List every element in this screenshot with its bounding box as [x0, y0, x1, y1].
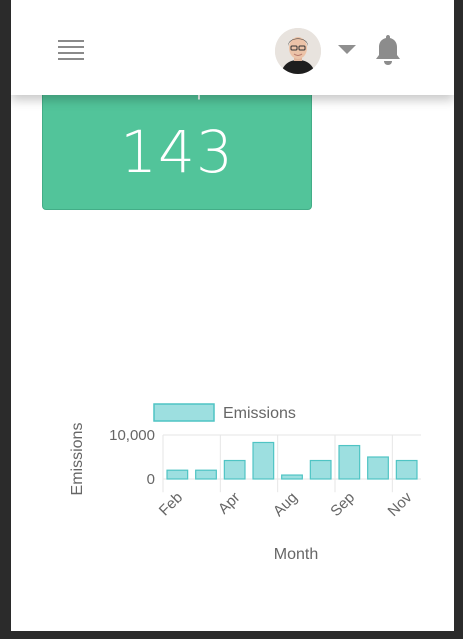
x-axis-title: Month — [274, 546, 318, 563]
hamburger-menu-icon[interactable] — [58, 40, 84, 64]
x-tick-label: Feb — [156, 489, 186, 519]
bar-feb-0 — [166, 469, 189, 480]
top-navbar — [11, 0, 454, 95]
y-axis-ticks: 10,000 0 — [109, 427, 155, 488]
x-axis-ticks: Feb Apr Aug Sep Nov — [156, 489, 416, 520]
stat-value: 143 — [120, 118, 234, 186]
bar-apr-2 — [223, 459, 246, 480]
y-tick-label: 10,000 — [109, 427, 155, 444]
bar-aug-5 — [309, 459, 332, 480]
bar-sep-6 — [338, 444, 361, 480]
x-tick-label: Sep — [327, 489, 358, 520]
chart-bars — [166, 441, 418, 480]
x-tick-label: Nov — [385, 489, 416, 520]
y-axis-title: Emissions — [69, 423, 86, 496]
x-tick-label: Apr — [215, 489, 244, 518]
bar-jun-3 — [252, 441, 275, 480]
emissions-chart: Emissions 10,000 0 Feb Apr Aug Sep Nov Emissi… — [69, 403, 421, 563]
y-tick-label: 0 — [147, 471, 155, 488]
user-avatar[interactable] — [275, 28, 321, 74]
bar-aug-4 — [281, 474, 303, 480]
app-viewport: Tickets Opened 143 Emi — [11, 0, 454, 631]
x-tick-label: Aug — [270, 489, 301, 520]
bar-mar-1 — [195, 469, 217, 480]
caret-down-icon[interactable] — [338, 45, 356, 54]
bell-icon[interactable] — [373, 33, 403, 67]
chart-legend[interactable]: Emissions — [153, 403, 296, 422]
bar-nov-8 — [395, 459, 418, 480]
legend-label: Emissions — [223, 405, 296, 422]
legend-swatch — [153, 403, 215, 422]
bar-oct-7 — [367, 456, 389, 480]
